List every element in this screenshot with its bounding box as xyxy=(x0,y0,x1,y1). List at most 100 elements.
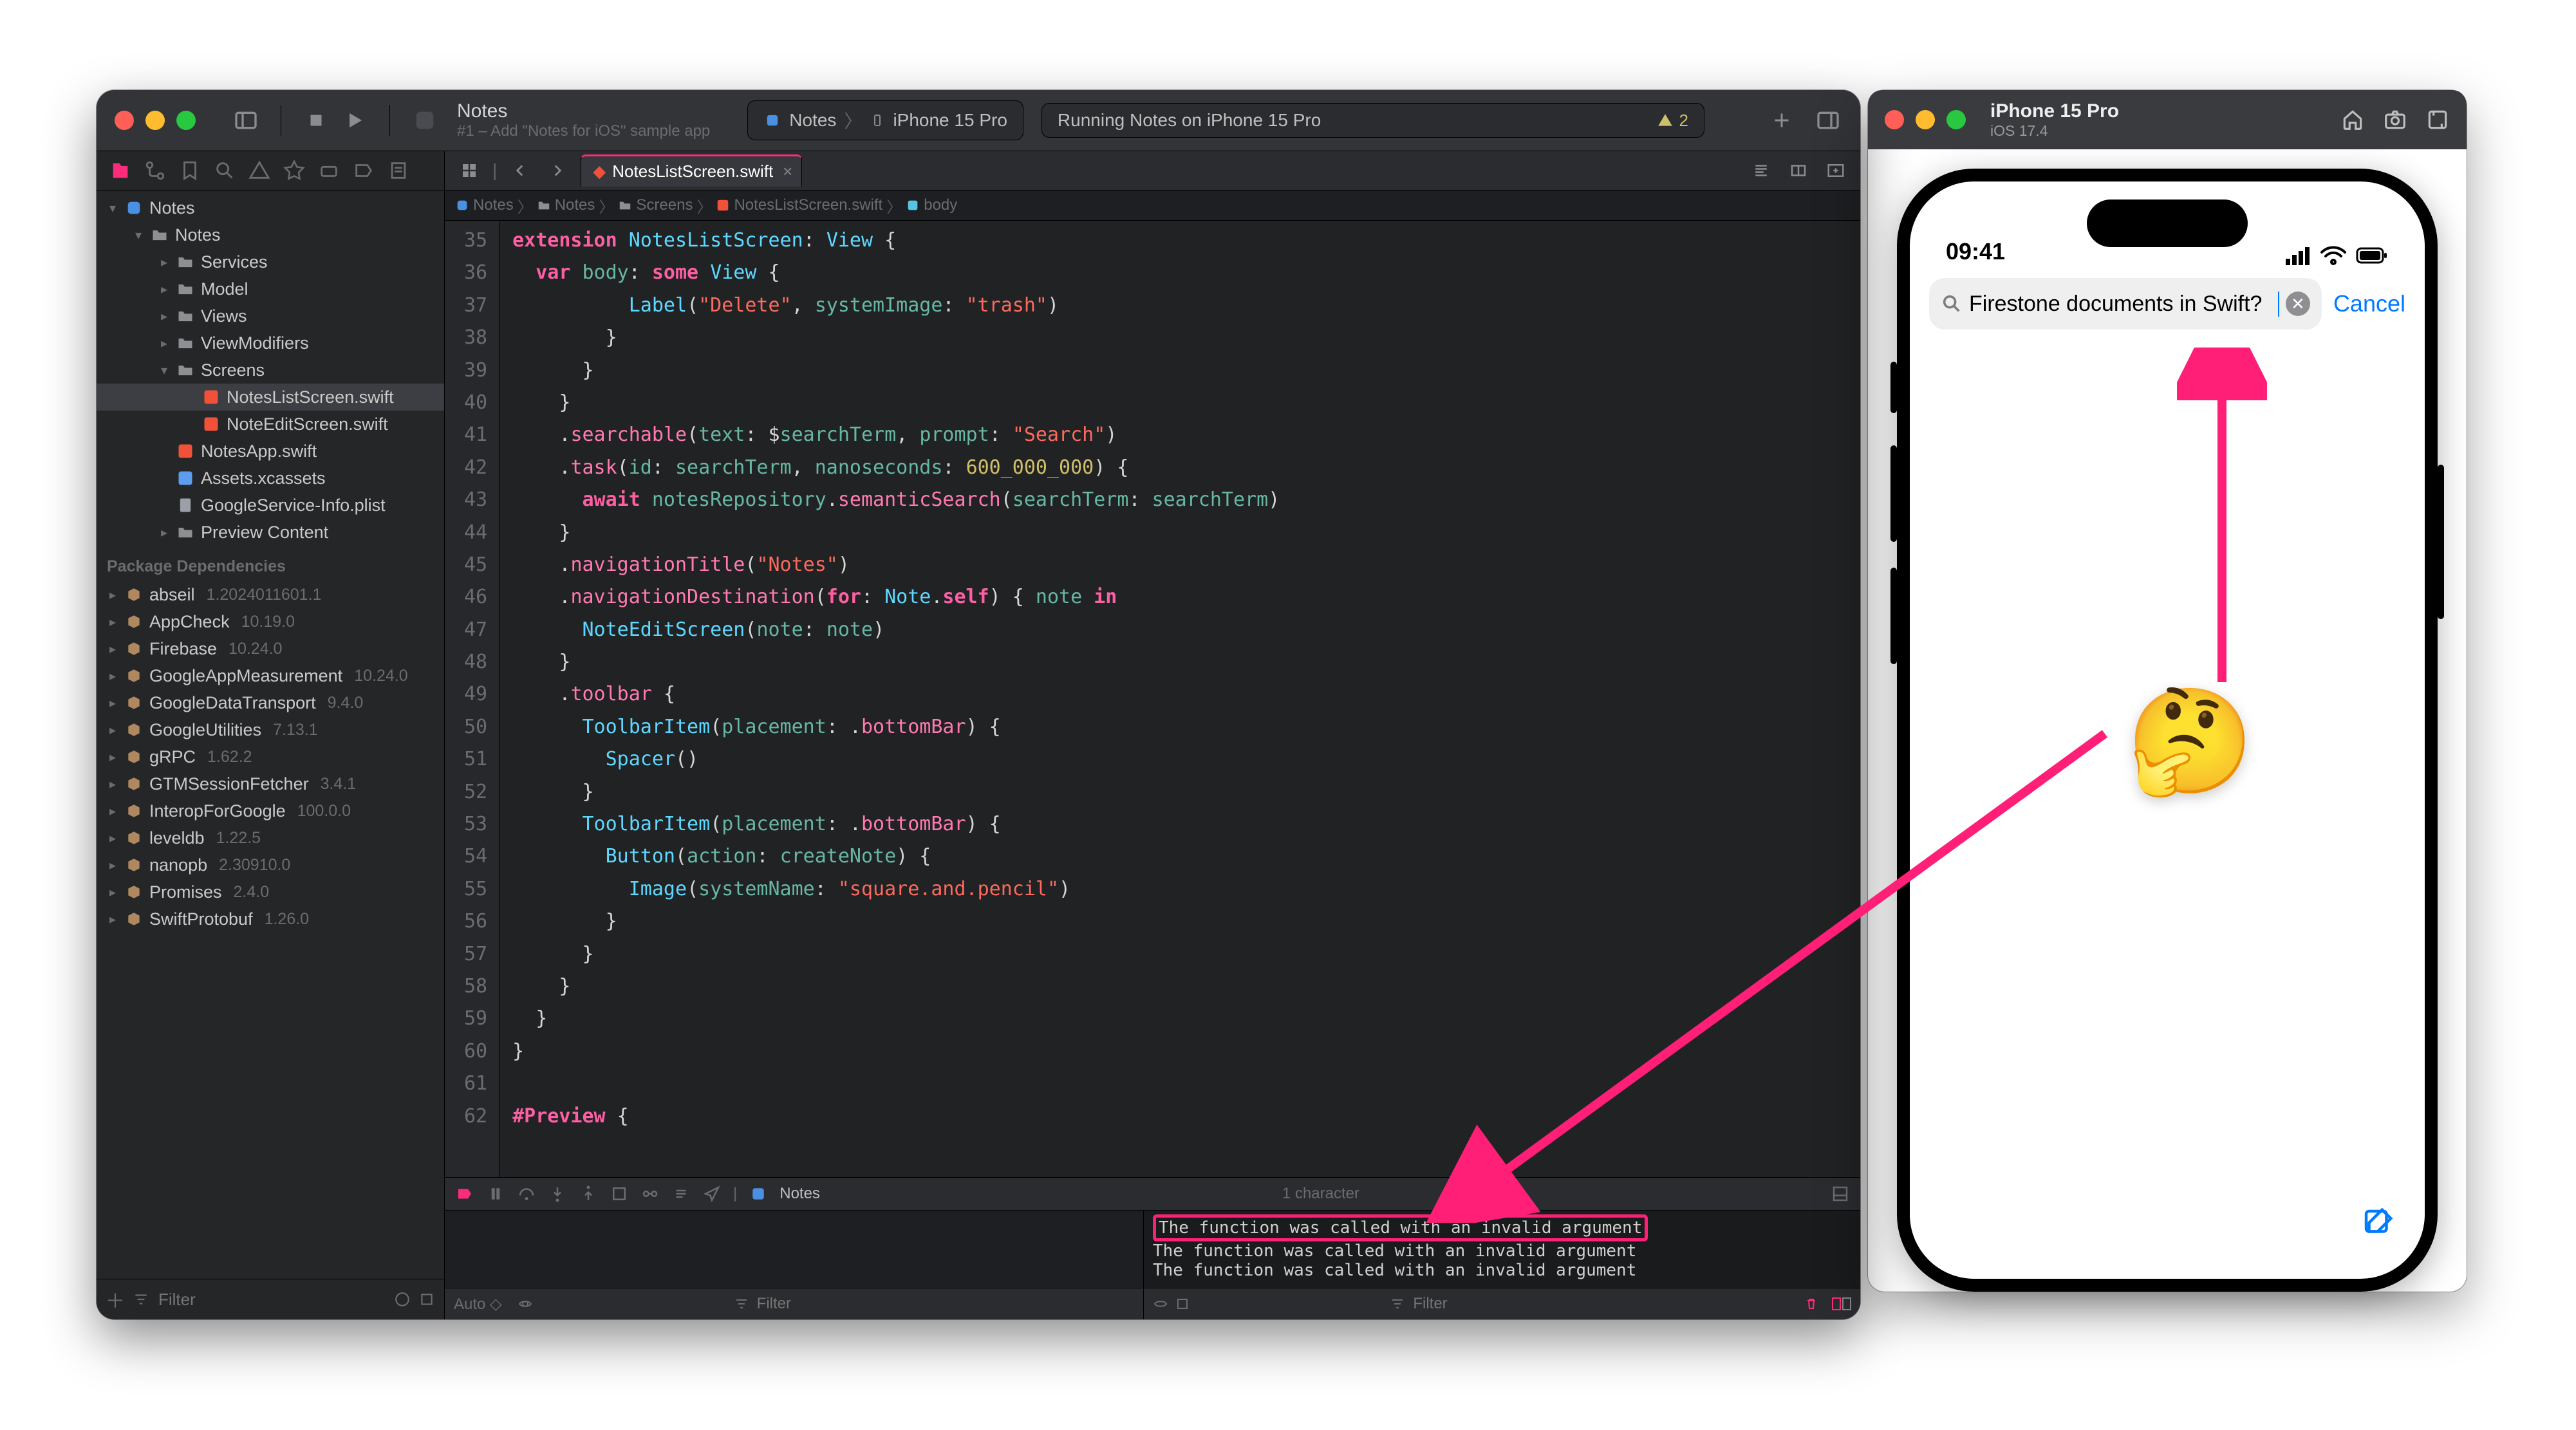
close-window-button[interactable] xyxy=(115,111,134,130)
minimap-toggle-icon[interactable] xyxy=(1747,156,1775,185)
nav-forward-icon[interactable] xyxy=(543,156,572,185)
recent-filter-icon[interactable] xyxy=(394,1291,411,1308)
search-field[interactable]: Firestone documents in Swift? ✕ xyxy=(1929,278,2322,330)
navigator-tabs[interactable] xyxy=(97,151,444,190)
project-navigator-icon[interactable] xyxy=(109,160,131,181)
breakpoint-navigator-icon[interactable] xyxy=(353,160,375,181)
eye-icon[interactable] xyxy=(1153,1296,1168,1312)
dependency-item[interactable]: ▸AppCheck10.19.0 xyxy=(97,608,444,635)
dependency-item[interactable]: ▸GoogleAppMeasurement10.24.0 xyxy=(97,662,444,689)
file-tree-item[interactable]: ▸Model xyxy=(97,275,444,302)
step-into-icon[interactable] xyxy=(548,1184,567,1203)
dependency-item[interactable]: ▸SwiftProtobuf1.26.0 xyxy=(97,905,444,933)
variables-view[interactable]: Auto ◇ xyxy=(445,1211,1144,1319)
add-target-button[interactable]: ＋ xyxy=(106,1285,125,1314)
file-tree-item[interactable]: ▸Preview Content xyxy=(97,519,444,546)
console-view-icon[interactable] xyxy=(1175,1296,1190,1312)
dependency-item[interactable]: ▸gRPC1.62.2 xyxy=(97,743,444,770)
console-panes-icon[interactable] xyxy=(1832,1296,1851,1312)
toggle-navigator-icon[interactable] xyxy=(232,106,260,135)
dependency-item[interactable]: ▸GoogleUtilities7.13.1 xyxy=(97,716,444,743)
scheme-selector[interactable]: Notes 〉 iPhone 15 Pro xyxy=(747,100,1023,140)
dependency-item[interactable]: ▸Firebase10.24.0 xyxy=(97,635,444,662)
clear-search-button[interactable]: ✕ xyxy=(2286,292,2310,316)
volume-up-button[interactable] xyxy=(1890,445,1897,542)
run-button[interactable] xyxy=(341,106,369,135)
quicklook-icon[interactable] xyxy=(518,1296,533,1312)
jump-bar-crumb[interactable]: Screens xyxy=(618,196,693,214)
related-items-icon[interactable] xyxy=(455,156,483,185)
memory-graph-icon[interactable] xyxy=(640,1184,660,1203)
jump-bar-crumb[interactable]: body xyxy=(906,196,957,214)
console-filter-input[interactable] xyxy=(1412,1294,1788,1314)
variables-filter-input[interactable] xyxy=(756,1294,1134,1314)
dependency-item[interactable]: ▸InteropForGoogle100.0.0 xyxy=(97,797,444,824)
file-tree-item-selected[interactable]: NotesListScreen.swift xyxy=(97,384,444,411)
rotate-icon[interactable] xyxy=(2425,107,2450,132)
nav-back-icon[interactable] xyxy=(506,156,534,185)
toggle-debug-area-icon[interactable] xyxy=(1831,1184,1850,1203)
screenshot-icon[interactable] xyxy=(2383,107,2407,132)
debug-navigator-icon[interactable] xyxy=(318,160,340,181)
jump-bar[interactable]: Notes〉 Notes〉 Screens〉 NotesListScreen.s… xyxy=(445,190,1860,221)
window-controls[interactable] xyxy=(1885,110,1966,129)
minimize-window-button[interactable] xyxy=(145,111,165,130)
code-editor[interactable]: 35 36 37 38 39 40 41 42 43 44 45 46 47 4… xyxy=(445,221,1860,1177)
location-icon[interactable] xyxy=(702,1184,722,1203)
file-tree-item[interactable]: ▸Views xyxy=(97,302,444,330)
minimize-window-button[interactable] xyxy=(1916,110,1935,129)
file-tree[interactable]: ▾Notes▾Notes▸Services▸Model▸Views▸ViewMo… xyxy=(97,190,444,1279)
side-button[interactable] xyxy=(2438,465,2444,619)
editor-tab[interactable]: ◆ NotesListScreen.swift xyxy=(581,154,802,187)
home-icon[interactable] xyxy=(2340,107,2365,132)
dependency-item[interactable]: ▸Promises2.4.0 xyxy=(97,878,444,905)
test-navigator-icon[interactable] xyxy=(283,160,305,181)
find-navigator-icon[interactable] xyxy=(214,160,236,181)
file-tree-item[interactable]: ▾Notes xyxy=(97,221,444,248)
jump-bar-crumb[interactable]: NotesListScreen.swift xyxy=(716,196,882,214)
warnings-badge[interactable]: 2 xyxy=(1657,111,1688,131)
step-over-icon[interactable] xyxy=(517,1184,536,1203)
env-overrides-icon[interactable] xyxy=(671,1184,691,1203)
add-editor-icon[interactable] xyxy=(1822,156,1850,185)
dependency-item[interactable]: ▸nanopb2.30910.0 xyxy=(97,851,444,878)
dependency-item[interactable]: ▸GoogleDataTransport9.4.0 xyxy=(97,689,444,716)
compose-note-button[interactable] xyxy=(2360,1205,2395,1240)
volume-down-button[interactable] xyxy=(1890,568,1897,664)
process-app-icon[interactable] xyxy=(749,1184,768,1203)
file-tree-item[interactable]: ▾Notes xyxy=(97,194,444,221)
report-navigator-icon[interactable] xyxy=(387,160,409,181)
file-tree-item[interactable]: ▾Screens xyxy=(97,357,444,384)
code-content[interactable]: extension NotesListScreen: View { var bo… xyxy=(499,221,1860,1177)
file-tree-item[interactable]: ▸Services xyxy=(97,248,444,275)
pause-icon[interactable] xyxy=(486,1184,505,1203)
dependency-item[interactable]: ▸GTMSessionFetcher3.4.1 xyxy=(97,770,444,797)
dependency-item[interactable]: ▸abseil1.2024011601.1 xyxy=(97,581,444,608)
search-input-value[interactable]: Firestone documents in Swift? xyxy=(1969,292,2279,317)
mute-switch[interactable] xyxy=(1890,362,1897,413)
cancel-button[interactable]: Cancel xyxy=(2333,290,2405,317)
issue-navigator-icon[interactable] xyxy=(248,160,270,181)
editor-options-icon[interactable] xyxy=(1784,156,1813,185)
stop-button[interactable] xyxy=(302,106,330,135)
zoom-window-button[interactable] xyxy=(1946,110,1966,129)
scm-filter-icon[interactable] xyxy=(418,1291,435,1308)
file-tree-item[interactable]: Assets.xcassets xyxy=(97,465,444,492)
file-tree-item[interactable]: NoteEditScreen.swift xyxy=(97,411,444,438)
zoom-window-button[interactable] xyxy=(176,111,196,130)
jump-bar-crumb[interactable]: Notes xyxy=(537,196,595,214)
variables-scope-selector[interactable]: Auto ◇ xyxy=(454,1295,502,1314)
source-control-navigator-icon[interactable] xyxy=(144,160,166,181)
dependency-item[interactable]: ▸leveldb1.22.5 xyxy=(97,824,444,851)
toggle-breakpoints-icon[interactable] xyxy=(455,1184,474,1203)
jump-bar-crumb[interactable]: Notes xyxy=(455,196,514,214)
file-tree-item[interactable]: ▸ViewModifiers xyxy=(97,330,444,357)
console-output[interactable]: The function was called with an invalid … xyxy=(1144,1211,1860,1319)
navigator-filter-input[interactable] xyxy=(157,1289,386,1310)
file-tree-item[interactable]: NotesApp.swift xyxy=(97,438,444,465)
bookmark-navigator-icon[interactable] xyxy=(179,160,201,181)
window-controls[interactable] xyxy=(115,111,196,130)
library-button[interactable] xyxy=(1814,106,1842,135)
file-tree-item[interactable]: GoogleService-Info.plist xyxy=(97,492,444,519)
step-out-icon[interactable] xyxy=(579,1184,598,1203)
